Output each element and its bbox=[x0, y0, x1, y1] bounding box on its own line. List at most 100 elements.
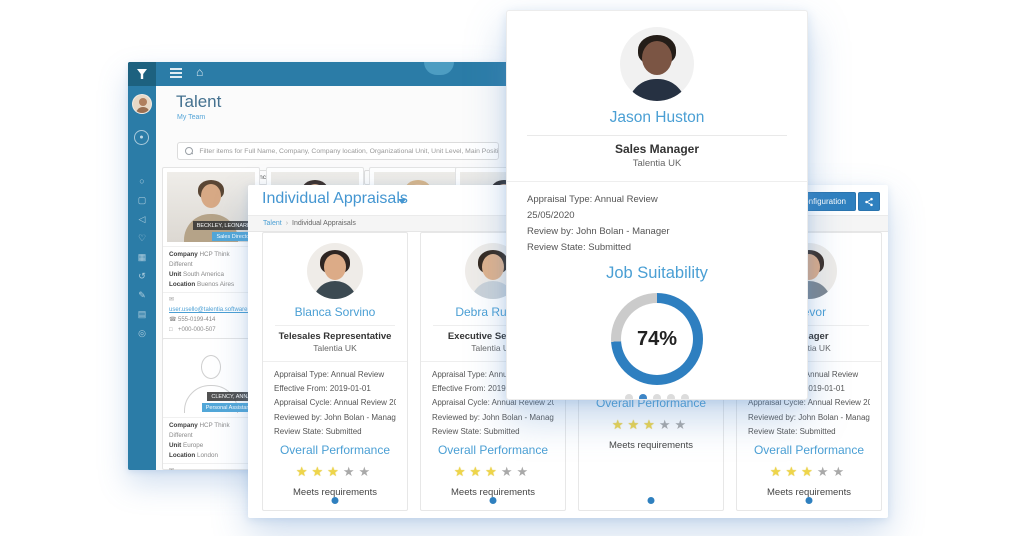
carousel-dot[interactable] bbox=[681, 394, 689, 400]
sidebar-icons: ○▢◁♡▦↺✎▤◎ bbox=[128, 172, 156, 343]
carousel-dot[interactable] bbox=[490, 497, 497, 504]
filter-search-input[interactable]: Filter items for Full Name, Company, Com… bbox=[177, 142, 499, 160]
star-empty-icon: ★ bbox=[501, 464, 517, 479]
carousel-dot[interactable] bbox=[806, 497, 813, 504]
search-icon bbox=[185, 147, 193, 156]
profile-photo: BECKLEY, LEONARD Sales Director bbox=[167, 172, 255, 242]
chevron-down-icon[interactable] bbox=[398, 199, 406, 204]
profile-name-label: BECKLEY, LEONARD bbox=[193, 221, 255, 230]
employee-name[interactable]: Blanca Sorvino bbox=[263, 305, 407, 319]
detail-line: Review State: Submitted bbox=[432, 425, 554, 439]
rating-stars: ★★★★★ bbox=[737, 464, 881, 480]
contact-info: ✉a.clency@talentia.software.com ☎555-019… bbox=[163, 463, 259, 470]
employee-name[interactable]: Jason Huston bbox=[507, 109, 807, 127]
user-icon[interactable]: ○ bbox=[128, 172, 156, 191]
detail-line: Review State: Submitted bbox=[527, 240, 787, 256]
detail-line: 25/05/2020 bbox=[527, 208, 787, 224]
home-icon[interactable]: ⌂ bbox=[196, 65, 203, 79]
carousel-dot[interactable] bbox=[625, 394, 633, 400]
app-header-bar: ⌂ bbox=[128, 62, 508, 86]
breadcrumb-parent[interactable]: Talent bbox=[263, 220, 282, 227]
job-suitability-donut: 74% bbox=[611, 293, 703, 385]
profile-info: Company HCP Think Different Unit South A… bbox=[163, 246, 259, 292]
profile-card-clency[interactable]: CLENCY, ANNA Personal Assistant Company … bbox=[162, 338, 260, 470]
window-title: Individual Appraisals bbox=[262, 190, 408, 208]
detail-line: Reviewed by: John Bolan - Manager bbox=[748, 411, 870, 425]
search-placeholder: Filter items for Full Name, Company, Com… bbox=[199, 148, 498, 155]
breadcrumb-current: Individual Appraisals bbox=[292, 220, 356, 227]
star-filled-icon: ★ bbox=[470, 464, 486, 479]
share-button[interactable] bbox=[858, 192, 880, 211]
detail-line: Review by: John Bolan - Manager bbox=[527, 224, 787, 240]
rating-stars: ★★★★★ bbox=[263, 464, 407, 480]
star-filled-icon: ★ bbox=[327, 464, 343, 479]
grid-icon[interactable]: ▦ bbox=[128, 248, 156, 267]
star-empty-icon: ★ bbox=[832, 464, 848, 479]
mobile-number: +000-000-507 bbox=[178, 327, 216, 333]
overall-performance-title: Overall Performance bbox=[263, 443, 407, 457]
briefcase-icon[interactable]: ▢ bbox=[128, 191, 156, 210]
carousel-dot[interactable] bbox=[648, 497, 655, 504]
position-tag[interactable]: Personal Assistant bbox=[202, 403, 255, 412]
appraisal-card[interactable]: Blanca Sorvino Telesales Representative … bbox=[262, 232, 408, 511]
talentia-logo[interactable] bbox=[128, 62, 156, 86]
detail-line: Appraisal Type: Annual Review bbox=[527, 192, 787, 208]
star-filled-icon: ★ bbox=[628, 417, 644, 432]
carousel-dot[interactable] bbox=[639, 394, 647, 400]
employee-position: Telesales Representative bbox=[263, 331, 407, 342]
star-filled-icon: ★ bbox=[454, 464, 470, 479]
detail-line: Review State: Submitted bbox=[748, 425, 870, 439]
email-link[interactable]: user.usello@talentia.software.com bbox=[169, 305, 249, 315]
menu-icon[interactable] bbox=[170, 68, 182, 79]
carousel-dot[interactable] bbox=[653, 394, 661, 400]
star-empty-icon: ★ bbox=[516, 464, 532, 479]
star-empty-icon: ★ bbox=[343, 464, 359, 479]
star-empty-icon: ★ bbox=[817, 464, 833, 479]
employee-company: Talentia UK bbox=[263, 343, 407, 353]
talentia-logo-icon bbox=[136, 68, 148, 80]
star-filled-icon: ★ bbox=[786, 464, 802, 479]
header-notch-bubble bbox=[424, 62, 454, 75]
mobile-icon: □ bbox=[169, 325, 178, 335]
history-icon[interactable]: ↺ bbox=[128, 267, 156, 286]
carousel-dot[interactable] bbox=[332, 497, 339, 504]
employee-avatar bbox=[307, 243, 363, 299]
star-empty-icon: ★ bbox=[674, 417, 690, 432]
star-filled-icon: ★ bbox=[612, 417, 628, 432]
employee-detail-card: Jason Huston Sales Manager Talentia UK A… bbox=[506, 10, 808, 400]
detail-line: Appraisal Type: Annual Review bbox=[274, 368, 396, 382]
share-icon bbox=[864, 197, 874, 207]
star-empty-icon: ★ bbox=[659, 417, 675, 432]
overall-performance-title: Overall Performance bbox=[737, 443, 881, 457]
star-filled-icon: ★ bbox=[770, 464, 786, 479]
profile-info: Company HCP Think Different Unit Europe … bbox=[163, 417, 259, 463]
dashboard-icon[interactable]: ● bbox=[134, 130, 149, 145]
profile-photo-placeholder: CLENCY, ANNA Personal Assistant bbox=[167, 343, 255, 413]
rating-stars: ★★★★★ bbox=[421, 464, 565, 480]
page-subtitle[interactable]: My Team bbox=[177, 114, 205, 121]
job-suitability-title: Job Suitability bbox=[507, 264, 807, 283]
detail-line: Reviewed by: John Bolan - Manager bbox=[432, 411, 554, 425]
detail-line: Reviewed by: John Bolan - Manager bbox=[274, 411, 396, 425]
donut-value: 74% bbox=[637, 328, 677, 351]
user-avatar[interactable] bbox=[132, 94, 152, 114]
favorites-icon[interactable]: ♡ bbox=[128, 229, 156, 248]
employee-company: Talentia UK bbox=[507, 158, 807, 169]
rating-stars: ★★★★★ bbox=[579, 417, 723, 433]
star-filled-icon: ★ bbox=[312, 464, 328, 479]
settings-icon[interactable]: ◎ bbox=[128, 324, 156, 343]
edit-icon[interactable]: ✎ bbox=[128, 286, 156, 305]
email-icon: ✉ bbox=[169, 466, 178, 470]
calendar-icon[interactable]: ▤ bbox=[128, 305, 156, 324]
appraisal-details: Appraisal Type: Annual Review25/05/2020R… bbox=[507, 181, 807, 256]
sidebar: ● ○▢◁♡▦↺✎▤◎ bbox=[128, 86, 156, 470]
carousel-dots bbox=[507, 394, 807, 400]
detail-line: Review State: Submitted bbox=[274, 425, 396, 439]
star-filled-icon: ★ bbox=[801, 464, 817, 479]
phone-number: 555-0199-414 bbox=[178, 317, 215, 323]
share-icon[interactable]: ◁ bbox=[128, 210, 156, 229]
star-filled-icon: ★ bbox=[643, 417, 659, 432]
detail-line: Effective From: 2019-01-01 bbox=[274, 382, 396, 396]
star-filled-icon: ★ bbox=[296, 464, 312, 479]
carousel-dot[interactable] bbox=[667, 394, 675, 400]
